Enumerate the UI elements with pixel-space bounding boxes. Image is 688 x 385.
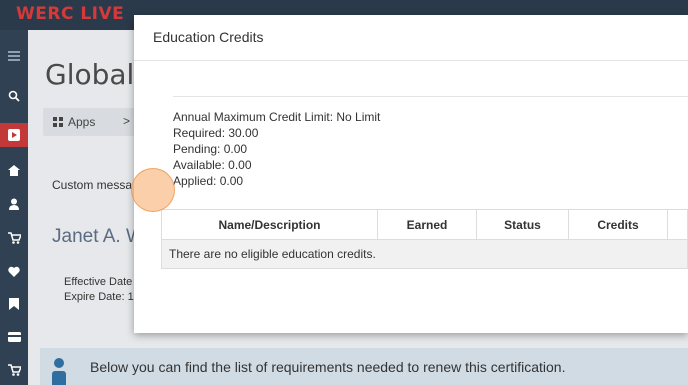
brand-logo[interactable]: WERC LIVE — [16, 4, 124, 24]
menu-icon[interactable] — [0, 44, 28, 68]
pending-credits: Pending: 0.00 — [173, 142, 248, 156]
info-icon — [52, 358, 66, 385]
credits-table: Name/Description Earned Status Credits T… — [161, 209, 688, 269]
applied-credits: Applied: 0.00 — [173, 174, 244, 188]
expire-date: Expire Date: 1 — [64, 291, 134, 303]
annual-max-limit: Annual Maximum Credit Limit: No Limit — [173, 110, 381, 124]
column-header-credits[interactable]: Credits — [568, 209, 668, 240]
member-name: Janet A. W — [52, 226, 144, 247]
home-icon[interactable] — [0, 158, 28, 182]
user-icon[interactable] — [0, 192, 28, 216]
column-header-extra — [667, 209, 688, 240]
breadcrumb-separator: > — [123, 114, 131, 128]
modal-divider — [134, 60, 688, 61]
cart-icon[interactable] — [0, 358, 28, 382]
sidebar — [0, 30, 28, 385]
bookmark-icon[interactable] — [0, 292, 28, 316]
grid-icon — [53, 117, 63, 127]
column-header-name[interactable]: Name/Description — [161, 209, 378, 240]
available-credits: Available: 0.00 — [173, 158, 252, 172]
custom-message: Custom messa — [52, 178, 133, 192]
table-row: There are no eligible education credits. — [161, 239, 688, 269]
effective-date: Effective Date — [64, 276, 133, 288]
education-credits-modal: Education Credits Annual Maximum Credit … — [134, 15, 688, 333]
play-icon[interactable] — [0, 123, 28, 147]
table-header-row: Name/Description Earned Status Credits — [161, 209, 688, 240]
column-header-status[interactable]: Status — [476, 209, 569, 240]
heart-icon[interactable] — [0, 259, 28, 283]
info-banner: Below you can find the list of requireme… — [40, 348, 688, 385]
modal-title: Education Credits — [153, 29, 264, 45]
required-credits: Required: 30.00 — [173, 126, 259, 140]
info-banner-text: Below you can find the list of requireme… — [90, 359, 566, 375]
summary-divider — [173, 96, 688, 97]
breadcrumb-apps[interactable]: Apps — [53, 115, 95, 129]
card-icon[interactable] — [0, 325, 28, 349]
cart-icon[interactable] — [0, 226, 28, 250]
empty-table-message: There are no eligible education credits. — [161, 239, 688, 269]
column-header-earned[interactable]: Earned — [377, 209, 477, 240]
click-indicator — [131, 168, 175, 212]
search-icon[interactable] — [0, 84, 28, 108]
breadcrumb-apps-label: Apps — [68, 115, 96, 129]
